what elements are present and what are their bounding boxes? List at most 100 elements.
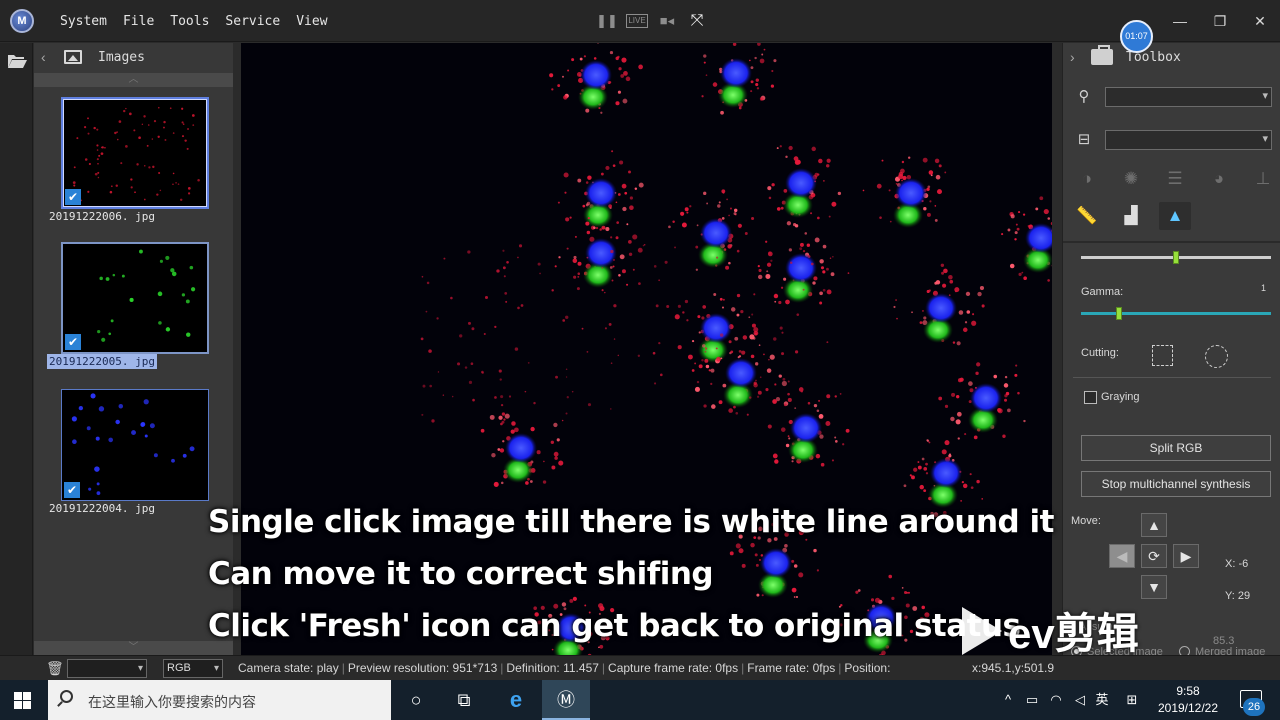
mitochondria-dot: [593, 57, 597, 60]
move-up-button[interactable]: ▲: [1141, 513, 1167, 537]
mitochondria-dot: [583, 55, 587, 58]
mitochondria-dot: [822, 270, 826, 274]
fullscreen-icon[interactable]: ⤧: [686, 10, 708, 32]
checkbox-checked-icon[interactable]: ✔: [65, 334, 81, 350]
scroll-down-button[interactable]: ﹀: [34, 641, 233, 655]
clock[interactable]: 9:58 2019/12/22: [1148, 683, 1228, 717]
mitochondria-dot: [1007, 228, 1011, 232]
ruler-icon[interactable]: 📏: [1071, 202, 1103, 230]
histogram-icon[interactable]: ▟: [1115, 202, 1147, 230]
taskbar-search[interactable]: 在这里输入你要搜索的内容: [48, 680, 391, 720]
trash-icon[interactable]: 🗑: [46, 660, 64, 676]
menu-service[interactable]: Service: [217, 0, 288, 42]
filament-dot: [735, 411, 739, 415]
objective-select[interactable]: [1105, 130, 1272, 150]
mitochondria-dot: [913, 467, 918, 472]
move-right-button[interactable]: ▶: [1173, 544, 1199, 568]
mitochondria-dot: [889, 220, 892, 223]
move-left-button[interactable]: ◀: [1109, 544, 1135, 568]
mitochondria-dot: [573, 255, 577, 259]
filament-dot: [472, 398, 475, 402]
mitochondria-dot: [813, 403, 818, 408]
blue-nucleus: [930, 458, 962, 488]
microscope-select[interactable]: [1105, 87, 1272, 107]
menu-tools[interactable]: Tools: [162, 0, 217, 42]
task-view-icon[interactable]: ⧉: [440, 680, 488, 720]
record-icon[interactable]: ■◂: [656, 10, 678, 32]
thumbnail-dot: [152, 165, 155, 169]
blue-nucleus: [970, 383, 1002, 413]
mitochondria-dot: [750, 80, 754, 84]
image-adjust-icon[interactable]: ▲: [1159, 202, 1191, 230]
mitochondria-dot: [794, 224, 799, 228]
windows-start-icon[interactable]: [14, 692, 31, 709]
chevron-up-icon[interactable]: ^: [998, 680, 1018, 720]
blue-nucleus: [585, 178, 617, 208]
restore-icon[interactable]: ❐: [1200, 0, 1240, 42]
mitochondria-dot: [959, 377, 964, 382]
thumbnail-dot: [73, 184, 76, 187]
format-select[interactable]: RGB: [163, 659, 223, 678]
ime-indicator[interactable]: 英: [1092, 680, 1112, 720]
wifi-icon[interactable]: ◠: [1046, 680, 1066, 720]
slider-knob[interactable]: [1173, 251, 1179, 264]
filament-dot: [437, 371, 440, 373]
slider-knob[interactable]: [1116, 307, 1122, 320]
thumbnail-dot: [96, 482, 100, 486]
stop-synthesis-button[interactable]: Stop multichannel synthesis: [1081, 471, 1271, 497]
menu-view[interactable]: View: [288, 0, 335, 42]
menu-system[interactable]: System: [52, 0, 115, 42]
close-icon[interactable]: ✕: [1240, 0, 1280, 42]
checkbox-checked-icon[interactable]: ✔: [64, 482, 80, 498]
app-taskbar-icon[interactable]: Ⓜ: [542, 680, 590, 720]
mitochondria-dot: [712, 82, 718, 87]
mitochondria-dot: [621, 183, 627, 189]
checkbox-checked-icon[interactable]: ✔: [65, 189, 81, 205]
palette-icon[interactable]: ◕: [1203, 165, 1235, 193]
minimize-icon[interactable]: —: [1160, 0, 1200, 42]
empty-select[interactable]: [67, 659, 147, 678]
brightness-icon[interactable]: ✺: [1115, 165, 1147, 193]
lines-icon[interactable]: ☰: [1159, 165, 1191, 193]
filament-dot: [794, 350, 799, 354]
mitochondria-dot: [923, 466, 928, 471]
mitochondria-dot: [1009, 263, 1015, 269]
mitochondria-dot: [728, 408, 733, 413]
thumbnail-dot: [78, 405, 84, 411]
thumbnail-dot: [99, 276, 103, 281]
chevron-right-icon[interactable]: ›: [1070, 49, 1075, 65]
live-icon[interactable]: LIVE: [626, 14, 648, 28]
mitochondria-dot: [553, 451, 559, 457]
mitochondria-dot: [774, 459, 779, 464]
rect-cut-icon[interactable]: [1152, 345, 1173, 366]
filament-dot: [715, 256, 719, 259]
menu-file[interactable]: File: [115, 0, 162, 42]
pause-icon[interactable]: ❚❚: [596, 10, 618, 32]
top-slider[interactable]: [1081, 251, 1271, 264]
mitochondria-dot: [629, 205, 634, 211]
mitochondria-dot: [563, 95, 568, 100]
split-rgb-button[interactable]: Split RGB: [1081, 435, 1271, 461]
thumbnail-blue[interactable]: ✔: [61, 389, 209, 501]
thumbnail-red[interactable]: ✔: [61, 97, 209, 209]
cortana-icon[interactable]: ○: [392, 680, 440, 720]
ime-mode-icon[interactable]: ⊞: [1120, 680, 1144, 720]
battery-icon[interactable]: ▭: [1022, 680, 1042, 720]
contrast-icon[interactable]: ◑: [1071, 165, 1103, 193]
refresh-icon[interactable]: ⟳: [1141, 544, 1167, 568]
chevron-left-icon[interactable]: ‹: [41, 49, 46, 65]
folder-open-icon[interactable]: [7, 53, 27, 69]
scroll-up-button[interactable]: ︿: [34, 73, 233, 87]
circle-cut-icon[interactable]: [1205, 345, 1228, 368]
volume-icon[interactable]: ◁: [1070, 680, 1090, 720]
gamma-slider[interactable]: [1081, 307, 1271, 320]
edge-icon[interactable]: e: [492, 680, 540, 720]
levels-icon[interactable]: ⊥: [1247, 165, 1279, 193]
mitochondria-dot: [755, 82, 759, 87]
thumbnail-dot: [141, 123, 144, 126]
filament-dot: [562, 319, 566, 322]
mitochondria-dot: [822, 179, 825, 182]
move-down-button[interactable]: ▼: [1141, 575, 1167, 599]
thumbnail-green[interactable]: ✔: [61, 242, 209, 354]
graying-checkbox[interactable]: [1084, 391, 1097, 404]
